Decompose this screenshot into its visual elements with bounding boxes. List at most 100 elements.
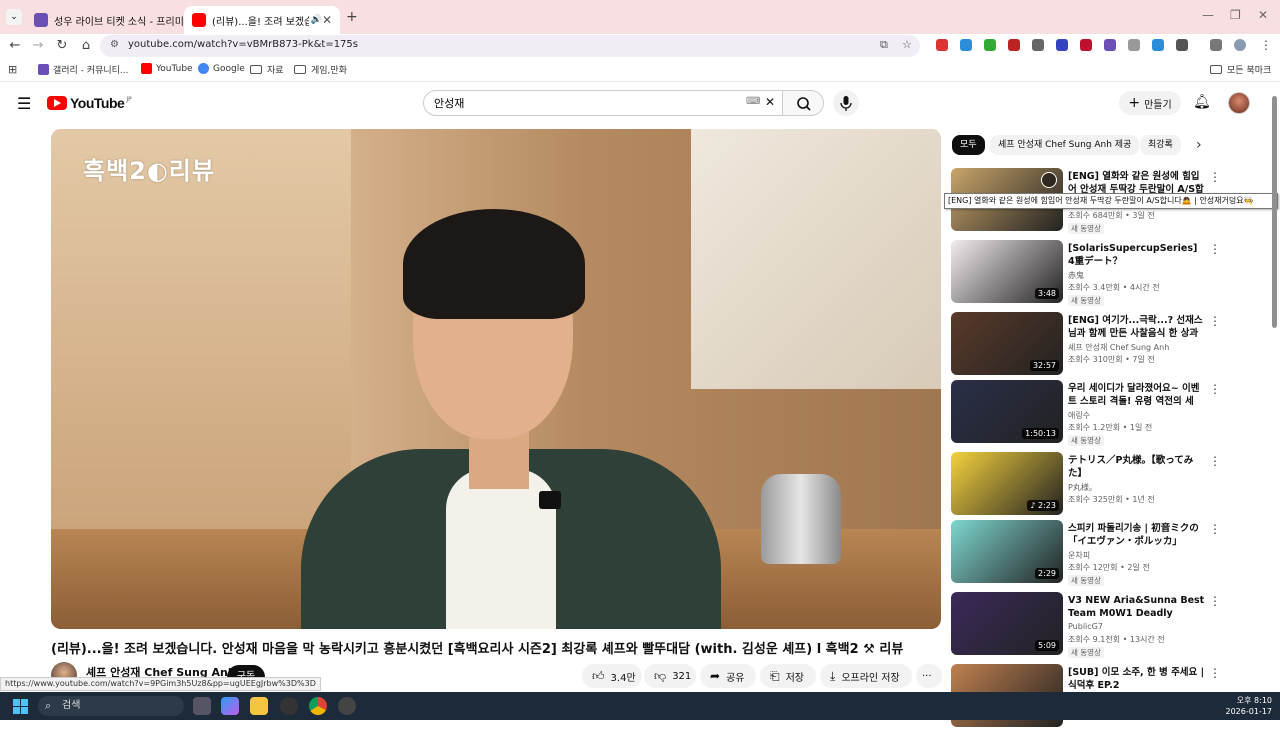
bookmark-google[interactable]: Google — [198, 63, 245, 74]
account-avatar[interactable] — [1228, 92, 1250, 114]
more-options-icon[interactable]: ⋮ — [1209, 594, 1221, 608]
dislike-button[interactable]: 👎︎321 — [644, 664, 696, 688]
file-explorer-icon[interactable] — [250, 697, 268, 715]
more-options-icon[interactable]: ⋮ — [1209, 382, 1221, 396]
download-button[interactable]: ⤓오프라인 저장 — [820, 664, 912, 688]
scrollbar-thumb[interactable] — [1272, 96, 1277, 328]
app-icon[interactable] — [280, 697, 298, 715]
forward-icon[interactable]: → — [29, 37, 47, 55]
tab-close-icon[interactable]: ✕ — [322, 13, 332, 27]
taskbar-search[interactable]: ⌕ 검색 — [38, 696, 184, 716]
chip-choi[interactable]: 최강록 — [1140, 135, 1181, 155]
cast-icon[interactable]: ⧉ — [880, 38, 888, 52]
save-button[interactable]: ⎗저장 — [760, 664, 816, 688]
recommendation-channel[interactable]: 셰프 안성재 Chef Sung Anh — [1068, 342, 1169, 353]
recommendation-title[interactable]: 스피키 파돌리기송 | 初音ミクの「イエヴァン・ポルッカ」 — [1068, 522, 1206, 548]
video-player[interactable]: 흑백2◐리뷰 — [51, 129, 941, 629]
more-options-icon[interactable]: ⋮ — [1209, 522, 1221, 536]
more-actions-button[interactable]: ··· — [916, 664, 942, 688]
all-bookmarks[interactable]: 모든 북마크 — [1210, 63, 1271, 76]
tab-search-button[interactable]: ⌄ — [6, 9, 22, 25]
bookmark-star-icon[interactable]: ☆ — [902, 38, 912, 51]
recommendation-title[interactable]: V3 NEW Aria&Sunna Best Team M0W1 Deadly … — [1068, 594, 1206, 620]
extension-icon[interactable] — [1056, 39, 1068, 51]
bookmark-folder-games[interactable]: 게임,만화 — [294, 63, 347, 76]
video-thumbnail[interactable]: 5:09 — [951, 592, 1063, 655]
recommendation-item[interactable]: 3:48[SolarisSupercupSeries] 4重デート？赤鬼조회수 … — [951, 240, 1226, 306]
copilot-icon[interactable] — [221, 697, 239, 715]
profile-icon[interactable] — [1234, 39, 1246, 51]
audio-playing-icon[interactable]: 🔊 — [311, 15, 322, 25]
video-thumbnail[interactable]: 1:50:13 — [951, 380, 1063, 443]
site-info-icon[interactable]: ⚙ — [110, 39, 119, 50]
app-icon[interactable] — [338, 697, 356, 715]
search-box[interactable]: ⌨ ✕ — [423, 90, 783, 116]
bookmark-folder-data[interactable]: 자료 — [250, 63, 284, 76]
more-options-icon[interactable]: ⋮ — [1209, 242, 1221, 256]
download-icon[interactable] — [1152, 39, 1164, 51]
extension-icon[interactable] — [936, 39, 948, 51]
clear-search-icon[interactable]: ✕ — [765, 95, 775, 109]
search-input[interactable] — [434, 96, 734, 109]
extensions-puzzle-icon[interactable] — [1176, 39, 1188, 51]
chevron-right-icon[interactable]: › — [1196, 137, 1202, 153]
recommendation-item[interactable]: 32:57[ENG] 여기가...극락...? 선재스님과 함께 만든 사찰음식… — [951, 312, 1226, 378]
watch-later-icon[interactable] — [1041, 172, 1057, 188]
voice-search-button[interactable] — [833, 90, 859, 116]
home-icon[interactable]: ⌂ — [77, 37, 95, 55]
apps-grid-icon[interactable]: ⊞ — [8, 63, 17, 76]
browser-tab-1[interactable]: 성우 라이브 티켓 소식 - 프리미 ✕ — [26, 6, 184, 34]
share-button[interactable]: ➦공유 — [700, 664, 756, 688]
task-view-icon[interactable] — [193, 697, 211, 715]
create-button[interactable]: + 만들기 — [1119, 91, 1181, 115]
extension-icon[interactable] — [1128, 39, 1140, 51]
extension-icon[interactable] — [1080, 39, 1092, 51]
recommendation-item[interactable]: ♪ 2:23テトリス／P丸様。【歌ってみた】P丸様。조회수 325만회 • 1년… — [951, 452, 1226, 518]
browser-tab-2[interactable]: (리뷰)...을! 조려 보겠습니다 🔊 ✕ — [184, 6, 340, 34]
video-thumbnail[interactable]: ♪ 2:23 — [951, 452, 1063, 515]
search-button[interactable] — [782, 90, 824, 116]
minimize-icon[interactable]: — — [1202, 8, 1214, 22]
reload-icon[interactable]: ↻ — [53, 37, 71, 55]
recommendation-title[interactable]: [SUB] 이모 소주, 한 병 주세요 | 식덕후 EP.2 — [1068, 666, 1206, 692]
menu-kebab-icon[interactable]: ⋮ — [1260, 38, 1272, 52]
windows-start-icon[interactable] — [13, 699, 29, 715]
restore-icon[interactable]: ❐ — [1230, 8, 1241, 22]
bookmark-youtube[interactable]: YouTube — [141, 63, 193, 74]
hamburger-menu-icon[interactable]: ☰ — [17, 94, 31, 113]
video-thumbnail[interactable]: 2:29 — [951, 520, 1063, 583]
back-icon[interactable]: ← — [6, 37, 24, 55]
more-options-icon[interactable]: ⋮ — [1209, 170, 1221, 184]
video-thumbnail[interactable]: 3:48 — [951, 240, 1063, 303]
recommendation-title[interactable]: [ENG] 여기가...극락...? 선재스님과 함께 만든 사찰음식 한 상과… — [1068, 314, 1206, 340]
recommendation-title[interactable]: テトリス／P丸様。【歌ってみた】 — [1068, 454, 1206, 480]
chip-channel[interactable]: 셰프 안성재 Chef Sung Anh 제공 — [990, 135, 1139, 155]
extension-icon[interactable] — [1104, 39, 1116, 51]
close-window-icon[interactable]: ✕ — [1258, 8, 1268, 22]
system-clock[interactable]: 오후 8:10 2026-01-17 — [1222, 695, 1272, 717]
youtube-logo[interactable]: YouTube JP — [47, 95, 132, 111]
more-options-icon[interactable]: ⋮ — [1209, 454, 1221, 468]
more-options-icon[interactable]: ⋮ — [1209, 666, 1221, 680]
new-tab-button[interactable]: + — [346, 9, 358, 25]
chrome-icon[interactable] — [309, 697, 327, 715]
address-bar[interactable]: ⚙ youtube.com/watch?v=vBMrB873-Pk&t=175s… — [100, 35, 920, 57]
recommendation-channel[interactable]: 赤鬼 — [1068, 270, 1084, 281]
extension-icon[interactable] — [1032, 39, 1044, 51]
recommendation-title[interactable]: [SolarisSupercupSeries] 4重デート？ — [1068, 242, 1206, 268]
more-options-icon[interactable]: ⋮ — [1209, 314, 1221, 328]
recommendation-title[interactable]: 우리 세이디가 달라졌어요~ 이벤트 스토리 격돌! 유령 역전의 세상! ..… — [1068, 382, 1206, 408]
recommendation-channel[interactable]: P丸様。 — [1068, 482, 1097, 493]
recommendation-channel[interactable]: 운차피 — [1068, 550, 1090, 561]
notifications-bell-icon[interactable]: 🔔︎ — [1193, 94, 1211, 110]
video-thumbnail[interactable]: 32:57 — [951, 312, 1063, 375]
keyboard-icon[interactable]: ⌨ — [746, 96, 760, 107]
extension-icon[interactable] — [960, 39, 972, 51]
recommendation-item[interactable]: 2:29스피키 파돌리기송 | 初音ミクの「イエヴァン・ポルッカ」운차피조회수 … — [951, 520, 1226, 586]
like-button[interactable]: 👍︎3.4만 — [582, 664, 642, 688]
extension-icon[interactable] — [984, 39, 996, 51]
media-control-icon[interactable] — [1210, 39, 1222, 51]
chip-all[interactable]: 모두 — [952, 135, 985, 155]
recommendation-channel[interactable]: 애링수 — [1068, 410, 1090, 421]
extension-icon[interactable] — [1008, 39, 1020, 51]
